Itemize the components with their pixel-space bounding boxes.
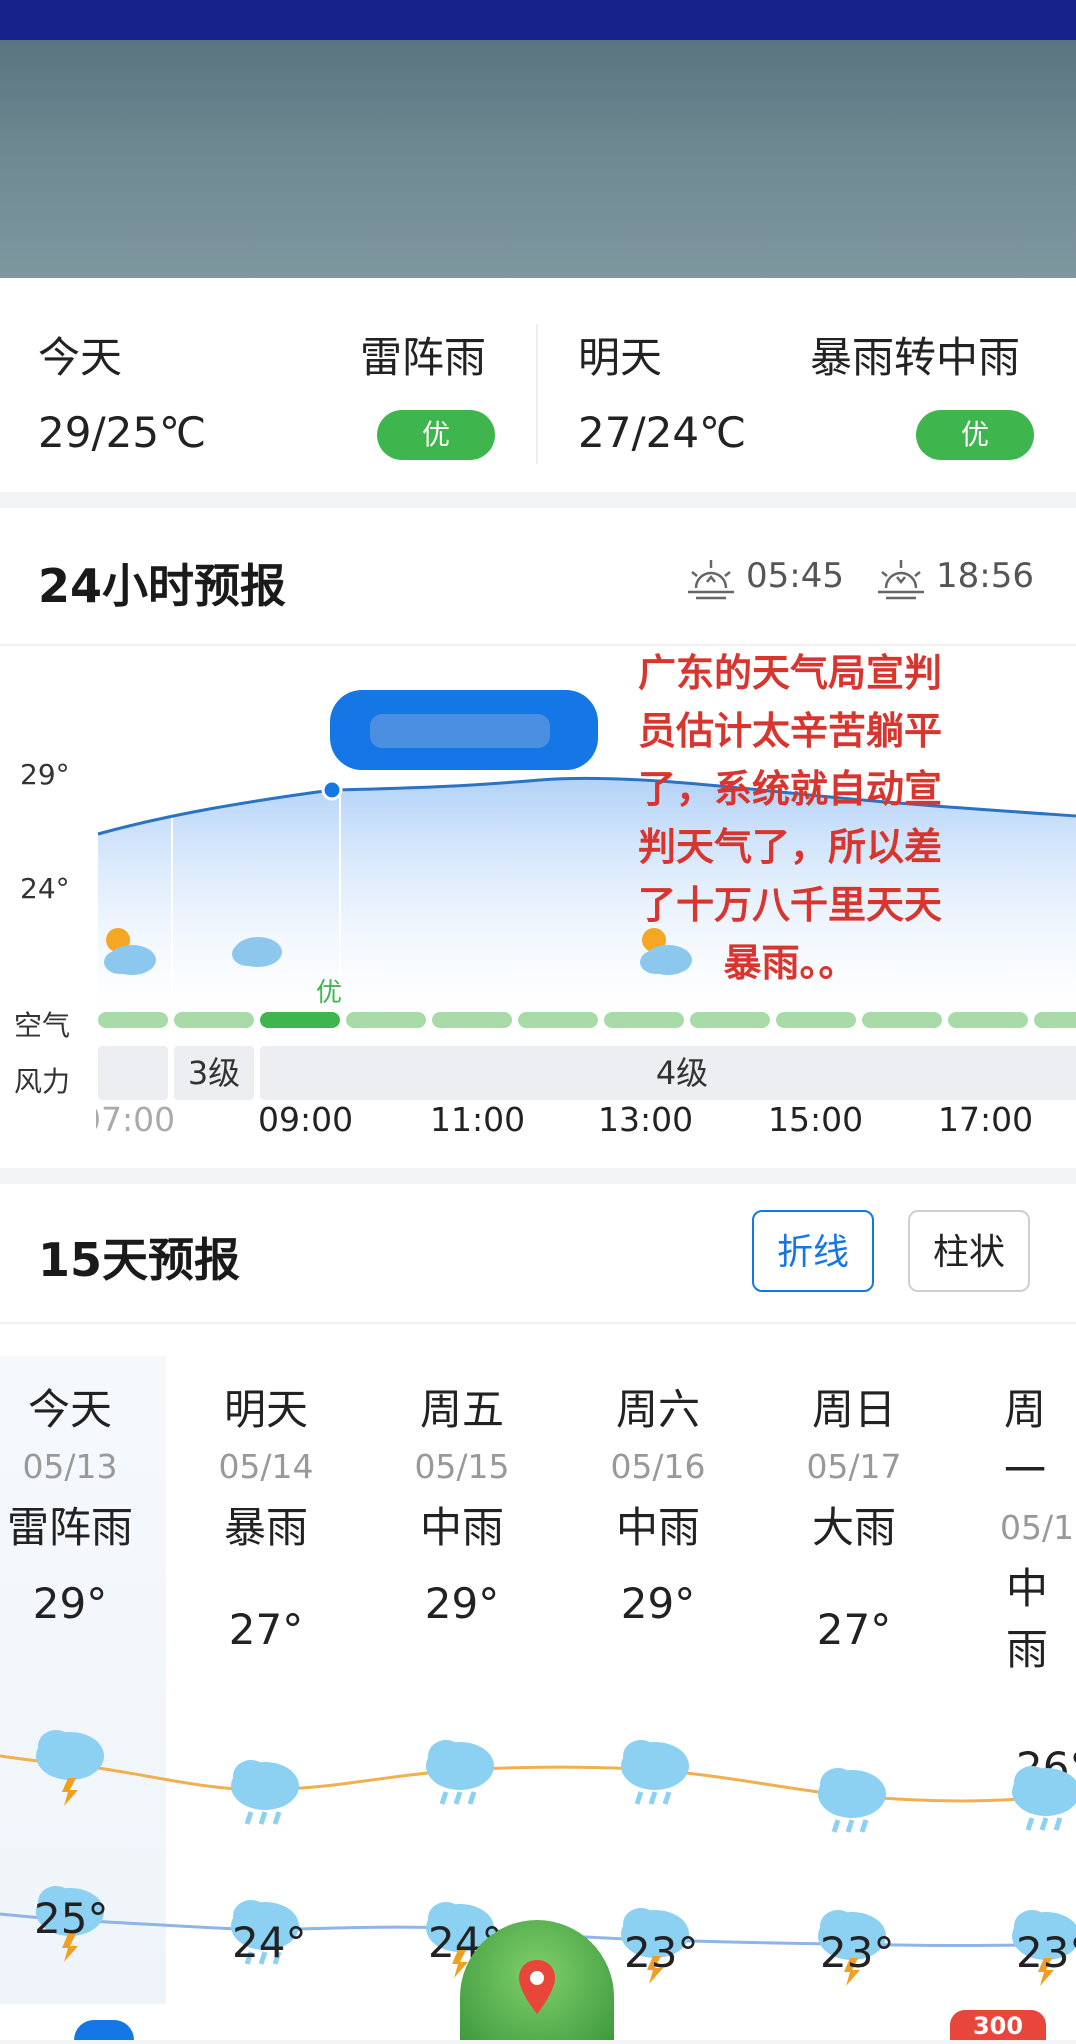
day-high: 29° bbox=[424, 1579, 500, 1628]
selected-point bbox=[321, 779, 343, 801]
day-name: 周五 bbox=[419, 1385, 504, 1434]
wind-segment bbox=[98, 1046, 168, 1100]
annotation-line: 员估计太辛苦躺平 bbox=[637, 709, 942, 753]
day-weather: 暴雨 bbox=[223, 1503, 308, 1552]
aqi-segment bbox=[604, 1012, 684, 1028]
day-date: 05/15 bbox=[414, 1447, 510, 1486]
day-weather: 雷阵雨 bbox=[6, 1503, 133, 1552]
day-low: 25° bbox=[34, 1894, 109, 1943]
day-column[interactable]: 周日 05/17 大雨 27° bbox=[756, 1376, 952, 1654]
aqi-segment bbox=[174, 1012, 254, 1028]
air-label: 空气 bbox=[14, 1009, 71, 1042]
aqi-segment bbox=[862, 1012, 942, 1028]
hour-label: 15:00 bbox=[768, 1100, 864, 1139]
day-date: 05/16 bbox=[610, 1447, 706, 1486]
day-column[interactable]: 周六 05/16 中雨 29° bbox=[560, 1376, 756, 1628]
status-bar bbox=[0, 0, 1076, 40]
aqi-segment bbox=[776, 1012, 856, 1028]
annotation-line: 广东的天气局宣判 bbox=[637, 651, 942, 695]
tomorrow-aqi-badge: 优 bbox=[916, 410, 1034, 460]
wind-level-4: 4级 bbox=[655, 1054, 709, 1092]
day-name: 周六 bbox=[615, 1385, 700, 1434]
sunset-icon bbox=[876, 558, 926, 606]
aqi-segment bbox=[518, 1012, 598, 1028]
day-weather: 中雨 bbox=[615, 1503, 700, 1552]
annotation-line: 判天气了，所以差 bbox=[637, 825, 942, 869]
line-chart-toggle[interactable]: 折线 bbox=[752, 1210, 874, 1292]
y-tick-label: 24° bbox=[20, 872, 70, 905]
day-date: 05/1 bbox=[1000, 1508, 1075, 1547]
day-date: 05/14 bbox=[218, 1447, 314, 1486]
hour-label: 11:00 bbox=[430, 1100, 526, 1139]
day-date: 05/17 bbox=[806, 1447, 902, 1486]
aqi-selected-label: 优 bbox=[316, 978, 343, 1008]
daily-divider bbox=[0, 1322, 1076, 1324]
aqi-segment bbox=[948, 1012, 1028, 1028]
hero-background bbox=[0, 40, 1076, 278]
annotation-line: 了十万八千里天天 bbox=[637, 883, 942, 927]
day-low: 23° bbox=[820, 1928, 895, 1977]
aqi-segment-selected bbox=[260, 1012, 340, 1028]
daily-forecast-card: 15天预报 折线 柱状 今天 05/13 雷阵雨 29° 明天 05/14 暴雨… bbox=[0, 1184, 1076, 2040]
rain-icon bbox=[426, 1740, 494, 1805]
daily-title: 15天预报 bbox=[38, 1233, 241, 1287]
day-date: 05/13 bbox=[22, 1447, 118, 1486]
annotation-line: 了，系统就自动宣 bbox=[637, 767, 942, 811]
day-name: 周一 bbox=[1004, 1385, 1047, 1495]
thunderstorm-icon bbox=[36, 1730, 104, 1806]
day-name: 明天 bbox=[223, 1385, 308, 1434]
day-low: 24° bbox=[232, 1918, 307, 1967]
aqi-segment bbox=[690, 1012, 770, 1028]
today-aqi-badge: 优 bbox=[377, 410, 495, 460]
tomorrow-temp: 27/24℃ bbox=[578, 408, 747, 457]
hour-label-text: 07:00 bbox=[96, 1100, 176, 1139]
rain-icon bbox=[621, 1740, 689, 1805]
hourly-forecast-card: 24小时预报 05:45 18:56 29° 24° 广东的天气局宣判 员估计太… bbox=[0, 508, 1076, 1168]
sunset-time: 18:56 bbox=[936, 556, 1034, 596]
day-high: 29° bbox=[620, 1579, 696, 1628]
day-name: 周日 bbox=[811, 1385, 896, 1434]
hourly-title: 24小时预报 bbox=[38, 559, 287, 613]
aqi-segment bbox=[346, 1012, 426, 1028]
aqi-segment bbox=[432, 1012, 512, 1028]
day-column[interactable]: 今天 05/13 雷阵雨 29° bbox=[0, 1376, 168, 1628]
sunrise-icon bbox=[686, 558, 736, 606]
tomorrow-weather: 暴雨转中雨 bbox=[810, 333, 1021, 382]
day-low: 23° bbox=[1016, 1928, 1076, 1977]
today-temp: 29/25℃ bbox=[38, 408, 207, 457]
today-tomorrow-summary: 今天 雷阵雨 29/25℃ 优 明天 暴雨转中雨 27/24℃ 优 bbox=[0, 278, 1076, 492]
day-low: 23° bbox=[624, 1928, 699, 1977]
aqi-segment bbox=[1034, 1012, 1076, 1028]
aqi-segment bbox=[98, 1012, 168, 1028]
bar-chart-toggle[interactable]: 柱状 bbox=[908, 1210, 1030, 1292]
annotation-overlay: 广东的天气局宣判 员估计太辛苦躺平 了，系统就自动宣 判天气了，所以差 了十万八… bbox=[600, 644, 980, 992]
nav-home-icon[interactable] bbox=[74, 2020, 134, 2040]
hour-label: 17:00 bbox=[938, 1100, 1034, 1139]
sunrise-time: 05:45 bbox=[746, 556, 844, 596]
location-pin-icon bbox=[516, 1958, 558, 2022]
day-column[interactable]: 周五 05/15 中雨 29° bbox=[364, 1376, 560, 1628]
y-tick-label: 29° bbox=[20, 758, 70, 791]
today-weather: 雷阵雨 bbox=[360, 333, 487, 382]
today-label: 今天 bbox=[38, 333, 123, 382]
tooltip-blurred-text bbox=[370, 714, 550, 748]
hour-label: 13:00 bbox=[598, 1100, 694, 1139]
day-name: 今天 bbox=[27, 1385, 112, 1434]
wind-level-3: 3级 bbox=[187, 1054, 241, 1092]
day-weather: 大雨 bbox=[811, 1503, 896, 1552]
notification-badge: 300 bbox=[950, 2010, 1046, 2040]
tomorrow-label: 明天 bbox=[578, 333, 663, 382]
hour-label: 07:00 bbox=[96, 1100, 186, 1139]
day-high: 29° bbox=[32, 1579, 108, 1628]
annotation-line: 暴雨。。 bbox=[723, 941, 857, 985]
wind-label: 风力 bbox=[14, 1065, 71, 1098]
day-column[interactable]: 明天 05/14 暴雨 27° bbox=[168, 1376, 364, 1654]
summary-divider bbox=[536, 324, 538, 464]
day-weather: 中雨 bbox=[419, 1503, 504, 1552]
hour-label: 09:00 bbox=[258, 1100, 354, 1139]
